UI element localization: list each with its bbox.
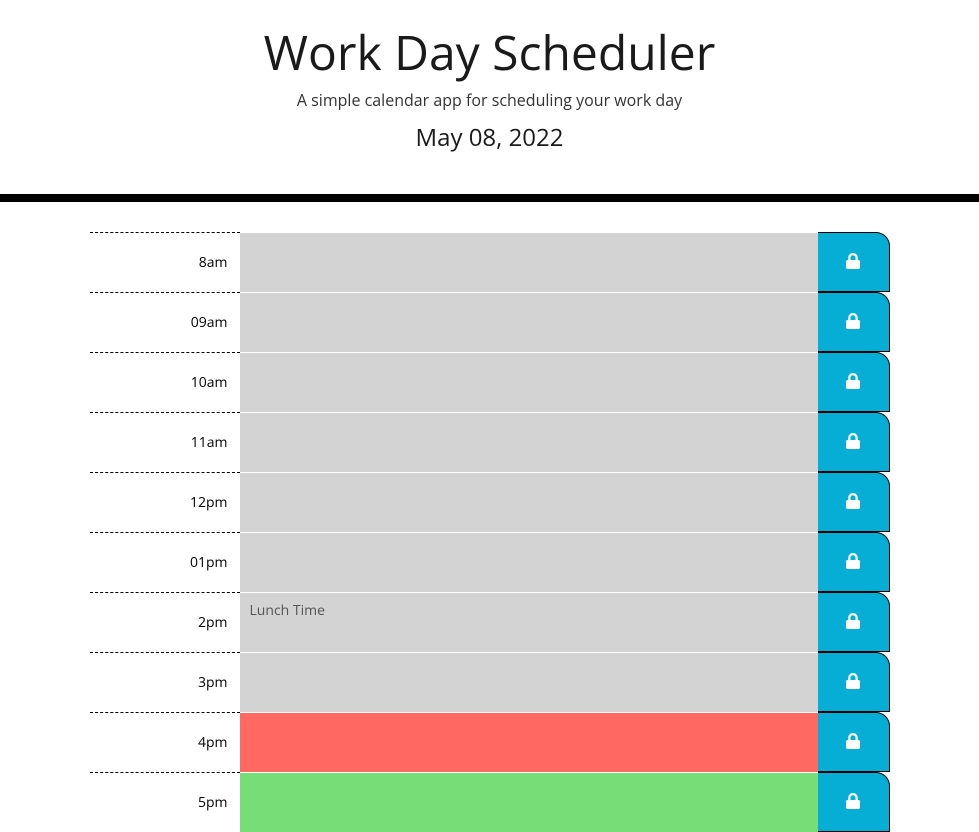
- hour-label: 10am: [90, 352, 240, 412]
- time-row: 2pm: [90, 592, 890, 652]
- time-row: 12pm: [90, 472, 890, 532]
- hour-label: 09am: [90, 292, 240, 352]
- schedule-container: 8am 09am 10am 11am: [70, 232, 910, 832]
- hour-label: 01pm: [90, 532, 240, 592]
- hour-label: 3pm: [90, 652, 240, 712]
- event-input-11am[interactable]: [240, 412, 818, 472]
- page-subtitle: A simple calendar app for scheduling you…: [0, 89, 979, 111]
- save-button-8am[interactable]: [818, 232, 890, 292]
- save-button-12pm[interactable]: [818, 472, 890, 532]
- time-row: 8am: [90, 232, 890, 292]
- hour-label: 4pm: [90, 712, 240, 772]
- event-input-4pm[interactable]: [240, 712, 818, 772]
- lock-icon: [846, 493, 860, 512]
- save-button-11am[interactable]: [818, 412, 890, 472]
- time-row: 3pm: [90, 652, 890, 712]
- hour-label: 11am: [90, 412, 240, 472]
- event-input-10am[interactable]: [240, 352, 818, 412]
- page-header: Work Day Scheduler A simple calendar app…: [0, 0, 979, 194]
- save-button-10am[interactable]: [818, 352, 890, 412]
- event-input-8am[interactable]: [240, 232, 818, 292]
- event-input-2pm[interactable]: [240, 592, 818, 652]
- lock-icon: [846, 733, 860, 752]
- header-divider: [0, 194, 979, 202]
- event-input-12pm[interactable]: [240, 472, 818, 532]
- save-button-3pm[interactable]: [818, 652, 890, 712]
- current-date: May 08, 2022: [0, 121, 979, 154]
- hour-label: 12pm: [90, 472, 240, 532]
- save-button-2pm[interactable]: [818, 592, 890, 652]
- save-button-09am[interactable]: [818, 292, 890, 352]
- lock-icon: [846, 673, 860, 692]
- event-input-09am[interactable]: [240, 292, 818, 352]
- lock-icon: [846, 373, 860, 392]
- page-title: Work Day Scheduler: [0, 20, 979, 85]
- lock-icon: [846, 793, 860, 812]
- lock-icon: [846, 253, 860, 272]
- event-input-3pm[interactable]: [240, 652, 818, 712]
- lock-icon: [846, 433, 860, 452]
- hour-label: 5pm: [90, 772, 240, 832]
- time-row: 4pm: [90, 712, 890, 772]
- save-button-01pm[interactable]: [818, 532, 890, 592]
- event-input-5pm[interactable]: [240, 772, 818, 832]
- hour-label: 2pm: [90, 592, 240, 652]
- lock-icon: [846, 613, 860, 632]
- time-row: 09am: [90, 292, 890, 352]
- save-button-4pm[interactable]: [818, 712, 890, 772]
- time-row: 11am: [90, 412, 890, 472]
- lock-icon: [846, 553, 860, 572]
- save-button-5pm[interactable]: [818, 772, 890, 832]
- lock-icon: [846, 313, 860, 332]
- time-row: 01pm: [90, 532, 890, 592]
- time-row: 10am: [90, 352, 890, 412]
- hour-label: 8am: [90, 232, 240, 292]
- event-input-01pm[interactable]: [240, 532, 818, 592]
- time-row: 5pm: [90, 772, 890, 832]
